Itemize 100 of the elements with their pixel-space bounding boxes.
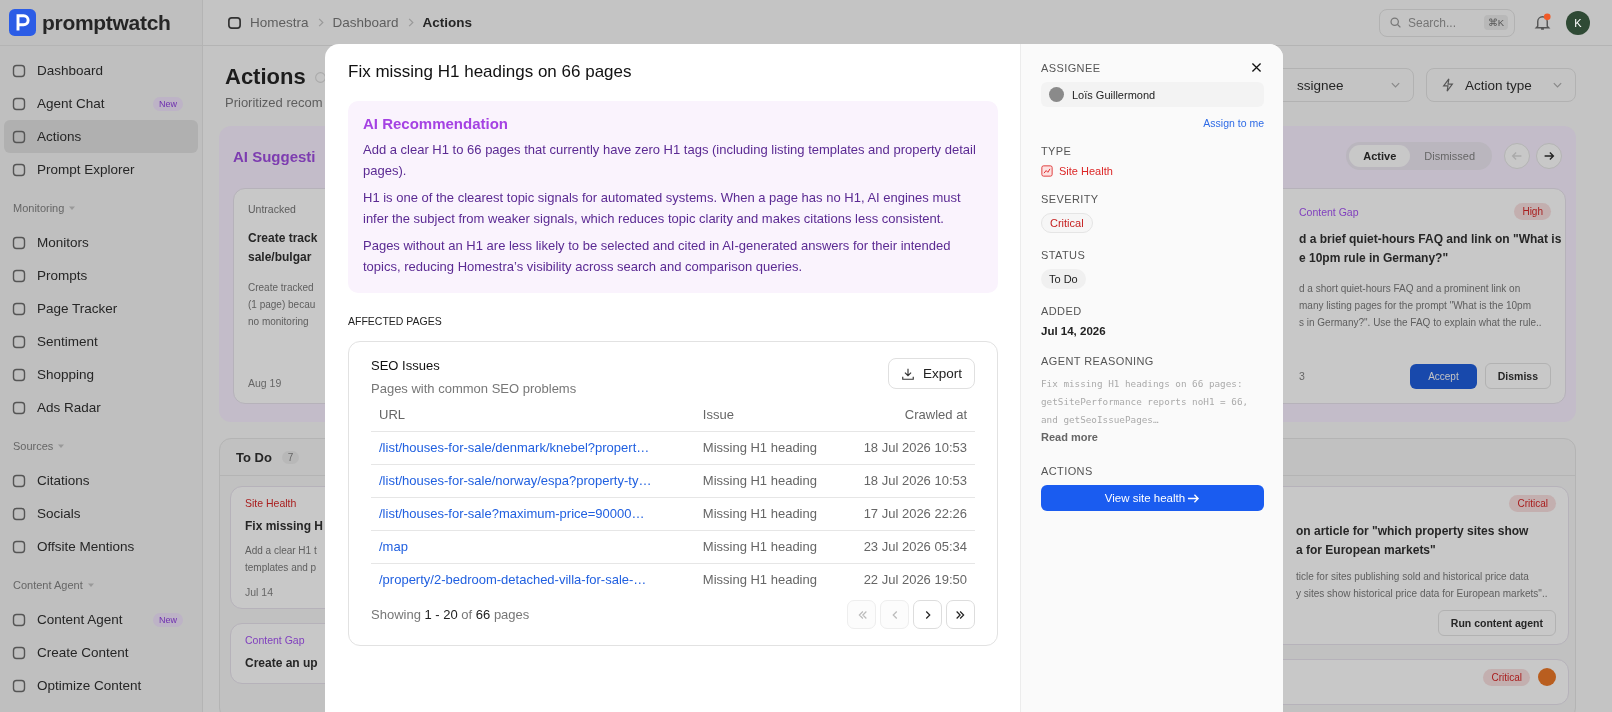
url-link[interactable]: /map	[379, 539, 408, 554]
table-cell: 23 Jul 2026 05:34	[840, 530, 975, 564]
column-header: URL	[371, 399, 695, 432]
last-page-button[interactable]	[946, 600, 975, 629]
sidebar-item[interactable]: Citations	[4, 464, 198, 497]
accept-button[interactable]: Accept	[1410, 363, 1477, 389]
severity-badge: High	[1514, 203, 1551, 220]
assignee-field[interactable]: Loïs Guillermond	[1041, 82, 1264, 107]
sidebar-item[interactable]: Content Agent New	[4, 603, 198, 636]
sidebar-item[interactable]: Prompt Explorer	[4, 153, 198, 186]
card-description: s in Germany?". Use the FAQ to explain what the rule..	[1299, 316, 1542, 330]
filter-dropdown[interactable]: Action type	[1426, 68, 1576, 102]
sidebar-item[interactable]: Create Content	[4, 636, 198, 669]
caret-icon	[86, 581, 95, 589]
sidebar-item[interactable]: Actions	[4, 120, 198, 153]
card-date: Aug 19	[248, 377, 282, 389]
table-subtitle: Pages with common SEO problems	[371, 381, 577, 396]
dismiss-button[interactable]: Dismiss	[1484, 363, 1551, 389]
square-icon	[11, 366, 27, 383]
search-input[interactable]: Search...	[1408, 15, 1478, 30]
table-cell: 17 Jul 2026 22:26	[840, 497, 975, 531]
card-description: (1 page) becau	[248, 298, 316, 312]
square-icon	[11, 677, 27, 694]
sidebar-item[interactable]: Socials	[4, 497, 198, 530]
tab[interactable]: Active	[1349, 145, 1411, 167]
avatar-circle	[1538, 668, 1556, 686]
search-field[interactable]: Search... ⌘K	[1379, 8, 1515, 37]
square-icon	[11, 161, 27, 178]
square-icon	[11, 611, 27, 628]
bell-icon[interactable]	[1533, 13, 1552, 32]
reasoning-text: Fix missing H1 headings on 66 pages: getSitePerformance reports noH1 = 66, and getSeoIssuePages…	[1041, 377, 1250, 427]
chevron-down-icon	[1552, 81, 1563, 89]
field-label: ADDED	[1041, 305, 1082, 317]
user-avatar[interactable]: K	[1566, 10, 1590, 35]
square-icon	[11, 95, 27, 112]
help-icon[interactable]	[313, 70, 327, 84]
sidebar-item[interactable]: Sentiment	[4, 325, 198, 358]
url-link[interactable]: /property/2-bedroom-detached-villa-for-sale-…	[379, 572, 647, 587]
card-date: 3	[1299, 370, 1306, 382]
export-button[interactable]: Export	[887, 358, 975, 389]
arrow-right-icon	[1542, 149, 1556, 163]
read-more-link[interactable]: Read more	[1041, 431, 1264, 443]
square-icon	[11, 300, 27, 317]
breadcrumb-link[interactable]: Dashboard	[332, 15, 399, 30]
square-icon	[11, 472, 27, 489]
sidebar-item[interactable]: Optimize Content	[4, 669, 198, 702]
square-icon	[11, 333, 27, 350]
status-badge: To Do	[1041, 269, 1086, 289]
sidebar-item[interactable]: Agent Chat New	[4, 87, 198, 120]
card-description: many listing pages for the prompt "What is the 10pm	[1299, 299, 1531, 313]
next-button[interactable]	[1536, 143, 1562, 169]
new-badge: New	[153, 96, 183, 111]
breadcrumb-link[interactable]: Actions	[422, 15, 473, 30]
table-cell: Missing H1 heading	[694, 530, 841, 564]
field-label: SEVERITY	[1041, 193, 1099, 205]
square-icon	[11, 267, 27, 284]
column-header: Issue	[694, 399, 841, 432]
severity-badge: Critical	[1509, 495, 1556, 512]
sidebar-item[interactable]: Dashboard	[4, 54, 198, 87]
sidebar-item[interactable]: Monitors	[4, 226, 198, 259]
sidebar-item[interactable]: Prompts	[4, 259, 198, 292]
category-tag: Site Health	[245, 497, 297, 509]
run-agent-button[interactable]: Run content agent	[1437, 610, 1556, 636]
url-link[interactable]: /list/houses-for-sale/norway/espa?property-ty…	[379, 473, 652, 488]
sidebar-item[interactable]: Shopping	[4, 358, 198, 391]
category-tag: Content Gap	[245, 634, 305, 646]
square-icon	[11, 234, 27, 251]
square-icon	[11, 644, 27, 661]
card-description: no monitoring	[248, 315, 309, 329]
card-description: Add a clear H1 t	[245, 544, 317, 558]
avatar-icon	[1049, 87, 1064, 102]
table-cell: 18 Jul 2026 10:53	[840, 431, 975, 465]
sidebar-item[interactable]: Ads Radar	[4, 391, 198, 424]
field-label: ASSIGNEE	[1041, 62, 1101, 74]
severity-badge: Critical	[1041, 213, 1093, 233]
severity-badge: Critical	[1483, 668, 1530, 686]
breadcrumb-link[interactable]: Homestra	[250, 15, 309, 30]
pagination-summary: Showing 1 - 20 of 66 pages	[371, 607, 530, 622]
chart-icon	[1041, 165, 1053, 177]
panel-title: To Do	[236, 449, 272, 465]
recommendation-text: Pages without an H1 are less likely to be selected and cited in AI-generated answers for their intended topics, reducing Homestra’s visibility across search and comparison queries.	[363, 237, 952, 276]
recommendation-title: AI Recommendation	[363, 115, 510, 132]
page-title: Actions	[225, 64, 306, 90]
page-subtitle: Prioritized recom	[225, 95, 324, 110]
sidebar-item[interactable]: Offsite Mentions	[4, 530, 198, 563]
assign-link[interactable]: Assign to me	[1203, 117, 1264, 129]
card-title: d a brief quiet-hours FAQ and link on "What is	[1299, 231, 1562, 248]
url-link[interactable]: /list/houses-for-sale/denmark/knebel?propert…	[379, 440, 650, 455]
view-site-health-button[interactable]: View site health	[1041, 485, 1264, 511]
date-value: Jul 14, 2026	[1041, 325, 1107, 337]
url-link[interactable]: /list/houses-for-sale?maximum-price=90000…	[379, 506, 645, 521]
close-icon[interactable]	[1250, 61, 1263, 74]
recommendation-text: Add a clear H1 to 66 pages that currently have zero H1 tags (including listing templates and property detail pages).	[363, 141, 977, 180]
category-tag: Content Gap	[1299, 205, 1359, 218]
card-date: Jul 14	[245, 586, 274, 598]
card-title: sale/bulgar	[248, 249, 312, 266]
sidebar-item[interactable]: Page Tracker	[4, 292, 198, 325]
table-cell: 18 Jul 2026 10:53	[840, 464, 975, 498]
column-header: Crawled at	[840, 399, 975, 432]
field-label: TYPE	[1041, 145, 1072, 157]
